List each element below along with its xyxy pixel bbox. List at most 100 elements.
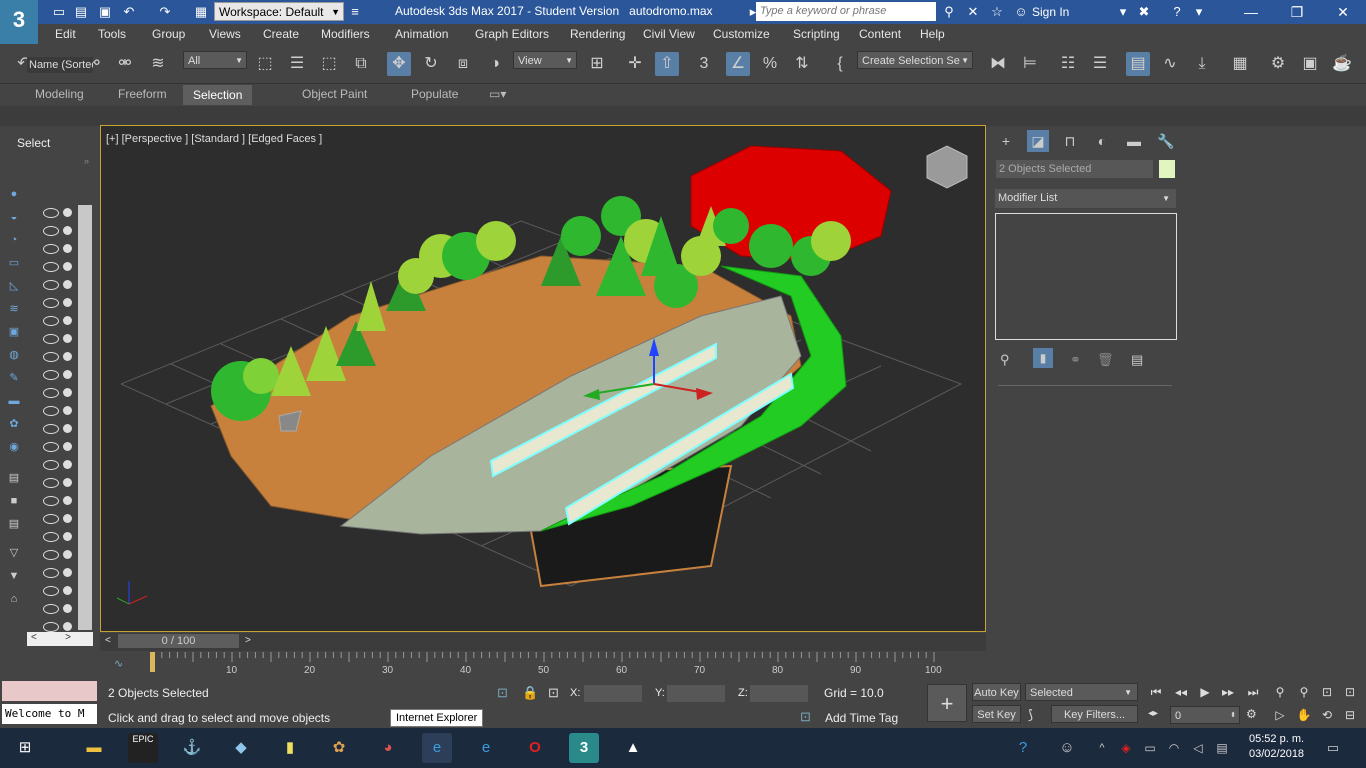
explorer-row[interactable]	[43, 242, 73, 260]
display-helpers-icon[interactable]: ≋	[5, 301, 23, 317]
epic-games-icon[interactable]: EPIC	[128, 733, 158, 763]
scene-explorer-icon[interactable]: ☷	[1056, 52, 1080, 76]
pin-stack-icon[interactable]: ⚲	[1000, 352, 1010, 368]
pan-view-icon[interactable]: ✋	[1295, 707, 1313, 723]
signin-dropdown-icon[interactable]: ▾	[1114, 4, 1132, 20]
zoom-icon[interactable]: ⚲	[1271, 684, 1289, 700]
explorer-row[interactable]	[43, 566, 73, 584]
object-name-field[interactable]: 2 Objects Selected	[996, 160, 1153, 178]
visibility-eye-icon[interactable]	[43, 370, 59, 380]
freeze-toggle-icon[interactable]	[63, 424, 72, 433]
time-config-icon[interactable]: ⚙	[1246, 707, 1257, 721]
percent-snap-icon[interactable]: %	[758, 52, 782, 76]
menu-graph-editors[interactable]: Graph Editors	[475, 27, 549, 41]
visibility-eye-icon[interactable]	[43, 604, 59, 614]
select-place-icon[interactable]: ◑	[483, 52, 507, 76]
visibility-eye-icon[interactable]	[43, 424, 59, 434]
play-icon[interactable]: ▶	[1196, 684, 1214, 700]
display-frozen-icon[interactable]: ◉	[5, 439, 23, 455]
notifications-icon[interactable]: ▭	[1318, 733, 1348, 763]
explorer-row[interactable]	[43, 386, 73, 404]
utilities-tab-icon[interactable]: 🔧	[1155, 130, 1177, 152]
funnel-icon[interactable]: ▽	[5, 545, 23, 561]
help-taskbar-icon[interactable]: ?	[1008, 733, 1038, 763]
named-selection-dropdown[interactable]: Create Selection Se ▼	[857, 51, 973, 69]
open-file-icon[interactable]: ▤	[72, 4, 90, 20]
zoom-all-icon[interactable]: ⚲	[1295, 684, 1313, 700]
keyboard-icon[interactable]: ▤	[1207, 733, 1237, 763]
filter-list-icon[interactable]: ▤	[5, 470, 23, 486]
communication-icon[interactable]: ✕	[964, 4, 982, 20]
freeze-toggle-icon[interactable]	[63, 604, 72, 613]
explorer-row[interactable]	[43, 548, 73, 566]
menu-edit[interactable]: Edit	[55, 27, 76, 41]
unlink-icon[interactable]: ⚮	[113, 52, 137, 76]
project-folder-icon[interactable]: ▦	[192, 4, 210, 20]
app-taskbar-icon[interactable]: ⚓	[177, 733, 207, 763]
workspace-dropdown[interactable]: Workspace: Default ▼	[214, 2, 344, 21]
display-containers-icon[interactable]: ✿	[5, 416, 23, 432]
configure-sets-icon[interactable]: ▤	[1131, 352, 1143, 368]
display-tab-icon[interactable]: ▬	[1123, 130, 1145, 152]
snaps-3d-icon[interactable]: 3	[692, 52, 716, 76]
create-tab-icon[interactable]: +	[995, 130, 1017, 152]
visibility-eye-icon[interactable]	[43, 460, 59, 470]
quick-access-menu-icon[interactable]: ≡	[346, 4, 364, 20]
freeze-toggle-icon[interactable]	[63, 352, 72, 361]
remove-modifier-icon[interactable]: 🗑	[1097, 352, 1114, 368]
undo-icon[interactable]: ↶	[120, 4, 138, 20]
select-by-name-icon[interactable]: ☰	[285, 52, 309, 76]
exchange-apps-icon[interactable]: ✖	[1135, 4, 1153, 20]
mirror-icon[interactable]: ⧓	[986, 52, 1010, 76]
time-slider[interactable]: 0 / 100	[118, 634, 239, 648]
edge-icon[interactable]: e	[471, 733, 501, 763]
viewport-label[interactable]: [+] [Perspective ] [Standard ] [Edged Fa…	[106, 133, 322, 145]
spinner-snap-icon[interactable]: ⇅	[790, 52, 814, 76]
menu-help[interactable]: Help	[920, 27, 945, 41]
menu-create[interactable]: Create	[263, 27, 299, 41]
explorer-row[interactable]	[43, 584, 73, 602]
next-frame-icon[interactable]: ▸▸	[1219, 684, 1237, 700]
curve-editor-icon[interactable]: ∿	[1158, 52, 1182, 76]
current-frame-field[interactable]: 0 ⬍	[1170, 706, 1240, 724]
menu-civil-view[interactable]: Civil View	[643, 27, 695, 41]
visibility-eye-icon[interactable]	[43, 388, 59, 398]
menu-content[interactable]: Content	[859, 27, 901, 41]
freeze-toggle-icon[interactable]	[63, 262, 72, 271]
previous-frame-icon[interactable]: ◂◂	[1172, 684, 1190, 700]
windows-start-icon[interactable]: ⊞	[10, 733, 40, 763]
selection-lock-icon[interactable]: 🔒	[522, 685, 538, 701]
hierarchy-tab-icon[interactable]: ⊓	[1059, 130, 1081, 152]
explorer-row[interactable]	[43, 278, 73, 296]
freeze-toggle-icon[interactable]	[63, 388, 72, 397]
x-coordinate-field[interactable]	[584, 685, 642, 702]
explorer-row[interactable]	[43, 224, 73, 242]
freeze-toggle-icon[interactable]	[63, 532, 72, 541]
current-frame-marker[interactable]	[150, 652, 155, 672]
render-setup-icon[interactable]: ⚙	[1266, 52, 1290, 76]
freeze-toggle-icon[interactable]	[63, 316, 72, 325]
display-groups-icon[interactable]: ◍	[5, 347, 23, 363]
maximize-button[interactable]: ❐	[1274, 0, 1320, 24]
visibility-eye-icon[interactable]	[43, 442, 59, 452]
explorer-expand-icon[interactable]: »	[84, 156, 89, 166]
sign-in-link[interactable]: Sign In	[1032, 5, 1069, 19]
scroll-left-icon[interactable]: <	[31, 632, 37, 643]
visibility-eye-icon[interactable]	[43, 496, 59, 506]
ribbon-toggle-icon[interactable]: ▤	[1126, 52, 1150, 76]
perspective-viewport[interactable]	[100, 125, 986, 632]
display-bones-icon[interactable]: ▬	[5, 393, 23, 409]
explorer-row[interactable]	[43, 530, 73, 548]
schematic-view-icon[interactable]: ⤓	[1190, 52, 1214, 76]
freeze-toggle-icon[interactable]	[63, 622, 72, 631]
key-tangent-icon[interactable]: ⟆	[1028, 707, 1033, 723]
visibility-eye-icon[interactable]	[43, 478, 59, 488]
help-dropdown-icon[interactable]: ▾	[1190, 4, 1208, 20]
explorer-row[interactable]	[43, 296, 73, 314]
menu-views[interactable]: Views	[209, 27, 241, 41]
explorer-row[interactable]	[43, 620, 73, 638]
explorer-vertical-scrollbar[interactable]	[78, 205, 92, 630]
go-to-start-icon[interactable]: ⏮	[1147, 684, 1165, 700]
modifier-list-dropdown[interactable]: Modifier List ▼	[995, 189, 1176, 208]
layers-icon[interactable]: ⌂	[5, 591, 23, 607]
